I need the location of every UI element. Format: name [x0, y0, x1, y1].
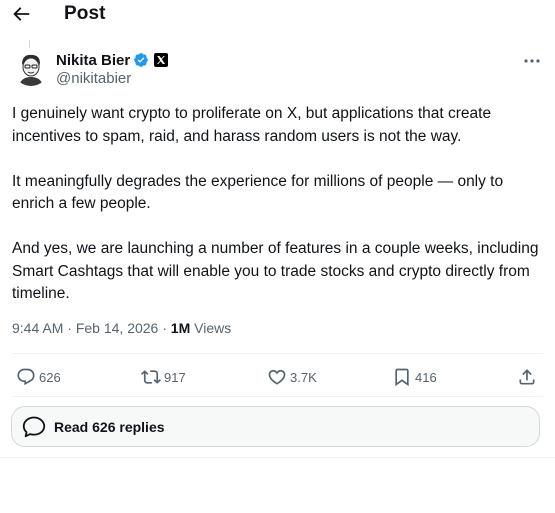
tweet-paragraph: And yes, we are launching a number of fe…: [12, 240, 539, 302]
tweet-paragraph: I genuinely want crypto to proliferate o…: [12, 105, 492, 145]
repost-count: 917: [164, 369, 186, 385]
bookmark-count: 416: [415, 369, 437, 385]
meta-separator: ·: [162, 320, 167, 336]
share-icon: [519, 369, 535, 385]
thread-connector: [29, 40, 30, 48]
tweet-meta: 9:44 AM · Feb 14, 2026 · 1M Views: [12, 320, 231, 336]
more-options-icon[interactable]: [522, 55, 542, 67]
tweet-date[interactable]: Feb 14, 2026: [76, 320, 159, 336]
tweet-paragraph: It meaningfully degrades the experience …: [12, 172, 504, 213]
reply-count: 626: [39, 369, 61, 385]
share-button[interactable]: [517, 364, 537, 390]
reply-button[interactable]: 626: [16, 364, 61, 390]
back-arrow-icon[interactable]: [10, 3, 32, 25]
verified-badge-icon: [134, 53, 149, 67]
repost-icon: [141, 370, 161, 384]
top-bar: Post: [0, 0, 555, 30]
views-label: Views: [194, 320, 232, 336]
author-name-row: Nikita Bier: [56, 51, 169, 69]
tweet-text: I genuinely want crypto to proliferate o…: [12, 103, 547, 306]
avatar[interactable]: [13, 50, 49, 86]
views-count: 1M: [170, 320, 191, 336]
bookmark-icon: [395, 368, 409, 387]
read-replies-label: Read 626 replies: [54, 418, 165, 435]
repost-button[interactable]: 917: [141, 364, 186, 390]
x-affiliate-badge-icon: [154, 53, 169, 67]
page-title: Post: [64, 3, 106, 24]
meta-separator: ·: [67, 320, 72, 336]
like-count: 3.7K: [290, 369, 317, 385]
read-replies-button[interactable]: Read 626 replies: [11, 406, 540, 447]
divider: [0, 457, 555, 458]
heart-icon: [268, 369, 286, 385]
like-button[interactable]: 3.7K: [267, 364, 317, 390]
reply-icon: [17, 368, 35, 386]
bookmark-button[interactable]: 416: [392, 364, 437, 390]
action-bar: 626 917 3.7K 416: [0, 364, 555, 390]
divider: [12, 396, 543, 397]
author-handle[interactable]: @nikitabier: [56, 70, 131, 87]
chat-bubble-icon: [22, 416, 46, 437]
author-name[interactable]: Nikita Bier: [56, 52, 130, 69]
tweet-time[interactable]: 9:44 AM: [12, 320, 63, 336]
divider: [12, 353, 543, 354]
